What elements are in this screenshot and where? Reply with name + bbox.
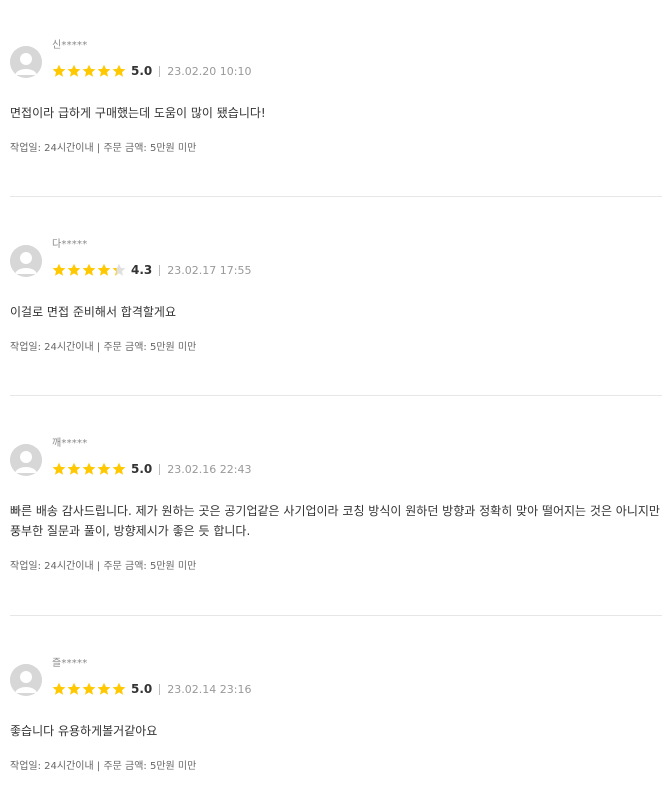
user-avatar-icon <box>10 444 42 476</box>
review-order-info: 작업일: 24시간이내 | 주문 금액: 5만원 미만 <box>10 760 196 774</box>
star-rating <box>52 263 126 277</box>
star-icon <box>67 462 81 475</box>
review-order-info: 작업일: 24시간이내 | 주문 금액: 5만원 미만 <box>10 142 196 156</box>
review-date: 23.02.14 23:16 <box>167 682 252 696</box>
meta-divider <box>159 463 161 475</box>
review-meta: 4.3 23.02.17 17:55 <box>52 261 251 279</box>
info-separator: | <box>96 561 101 572</box>
star-icon <box>82 263 96 276</box>
star-rating <box>52 462 126 476</box>
info-separator: | <box>96 761 101 772</box>
review-date: 23.02.16 22:43 <box>167 462 252 476</box>
review-score: 5.0 <box>131 682 153 696</box>
review-author: 신***** <box>52 40 88 51</box>
meta-divider <box>159 683 161 695</box>
star-icon <box>97 64 111 77</box>
review-score: 5.0 <box>131 462 153 476</box>
meta-divider <box>159 65 161 77</box>
work-day-value: 24시간이내 <box>44 561 94 572</box>
work-day-value: 24시간이내 <box>44 761 94 772</box>
review-author: 다***** <box>52 239 88 250</box>
star-icon <box>82 64 96 77</box>
review-item: 다***** 4.3 23.02.17 17:55 이걸로 면접 준비해서 합격… <box>10 199 662 396</box>
star-icon <box>112 263 126 276</box>
review-content: 좋습니다 유용하게볼거같아요 <box>10 724 158 738</box>
star-icon <box>67 682 81 695</box>
star-icon <box>52 64 66 77</box>
review-item: 즐***** 5.0 23.02.14 23:16 좋습니다 유용하게볼거같아요… <box>10 618 662 804</box>
review-content: 빠른 배송 감사드립니다. 제가 원하는 곳은 공기업같은 사기업이라 코칭 방… <box>10 504 660 538</box>
star-rating <box>52 64 126 78</box>
user-avatar-icon <box>10 664 42 696</box>
star-icon <box>82 682 96 695</box>
user-avatar-icon <box>10 245 42 277</box>
order-price-value: 주문 금액: 5만원 미만 <box>103 143 197 154</box>
work-day-value: 24시간이내 <box>44 342 94 353</box>
review-content: 면접이라 급하게 구매했는데 도움이 많이 됐습니다! <box>10 106 266 120</box>
order-price-value: 주문 금액: 5만원 미만 <box>103 342 197 353</box>
star-icon <box>112 682 126 695</box>
star-icon <box>52 263 66 276</box>
star-icon <box>112 64 126 77</box>
order-price-value: 주문 금액: 5만원 미만 <box>103 761 197 772</box>
work-day-label: 작업일: <box>10 342 41 353</box>
review-date: 23.02.20 10:10 <box>167 64 252 78</box>
meta-divider <box>159 264 161 276</box>
star-icon <box>67 64 81 77</box>
star-icon <box>97 682 111 695</box>
info-separator: | <box>96 143 101 154</box>
review-meta: 5.0 23.02.20 10:10 <box>52 62 251 80</box>
work-day-label: 작업일: <box>10 143 41 154</box>
info-separator: | <box>96 342 101 353</box>
star-icon <box>52 462 66 475</box>
review-item: 깨***** 5.0 23.02.16 22:43 빠른 배송 감사드립니다. … <box>10 398 662 616</box>
star-icon <box>82 462 96 475</box>
review-author: 즐***** <box>52 658 88 669</box>
review-content: 이걸로 면접 준비해서 합격할게요 <box>10 305 177 319</box>
star-icon <box>112 462 126 475</box>
star-icon <box>52 682 66 695</box>
star-icon <box>67 263 81 276</box>
work-day-label: 작업일: <box>10 561 41 572</box>
star-icon <box>97 462 111 475</box>
work-day-value: 24시간이내 <box>44 143 94 154</box>
review-author: 깨***** <box>52 438 88 449</box>
review-date: 23.02.17 17:55 <box>167 263 252 277</box>
review-order-info: 작업일: 24시간이내 | 주문 금액: 5만원 미만 <box>10 341 196 355</box>
order-price-value: 주문 금액: 5만원 미만 <box>103 561 197 572</box>
review-score: 5.0 <box>131 64 153 78</box>
review-meta: 5.0 23.02.16 22:43 <box>52 460 251 478</box>
review-order-info: 작업일: 24시간이내 | 주문 금액: 5만원 미만 <box>10 560 196 574</box>
user-avatar-icon <box>10 46 42 78</box>
review-meta: 5.0 23.02.14 23:16 <box>52 680 251 698</box>
review-score: 4.3 <box>131 263 153 277</box>
work-day-label: 작업일: <box>10 761 41 772</box>
star-icon <box>97 263 111 276</box>
review-item: 신***** 5.0 23.02.20 10:10 면접이라 급하게 구매했는데… <box>10 0 662 197</box>
review-list: 신***** 5.0 23.02.20 10:10 면접이라 급하게 구매했는데… <box>0 0 668 804</box>
star-rating <box>52 682 126 696</box>
